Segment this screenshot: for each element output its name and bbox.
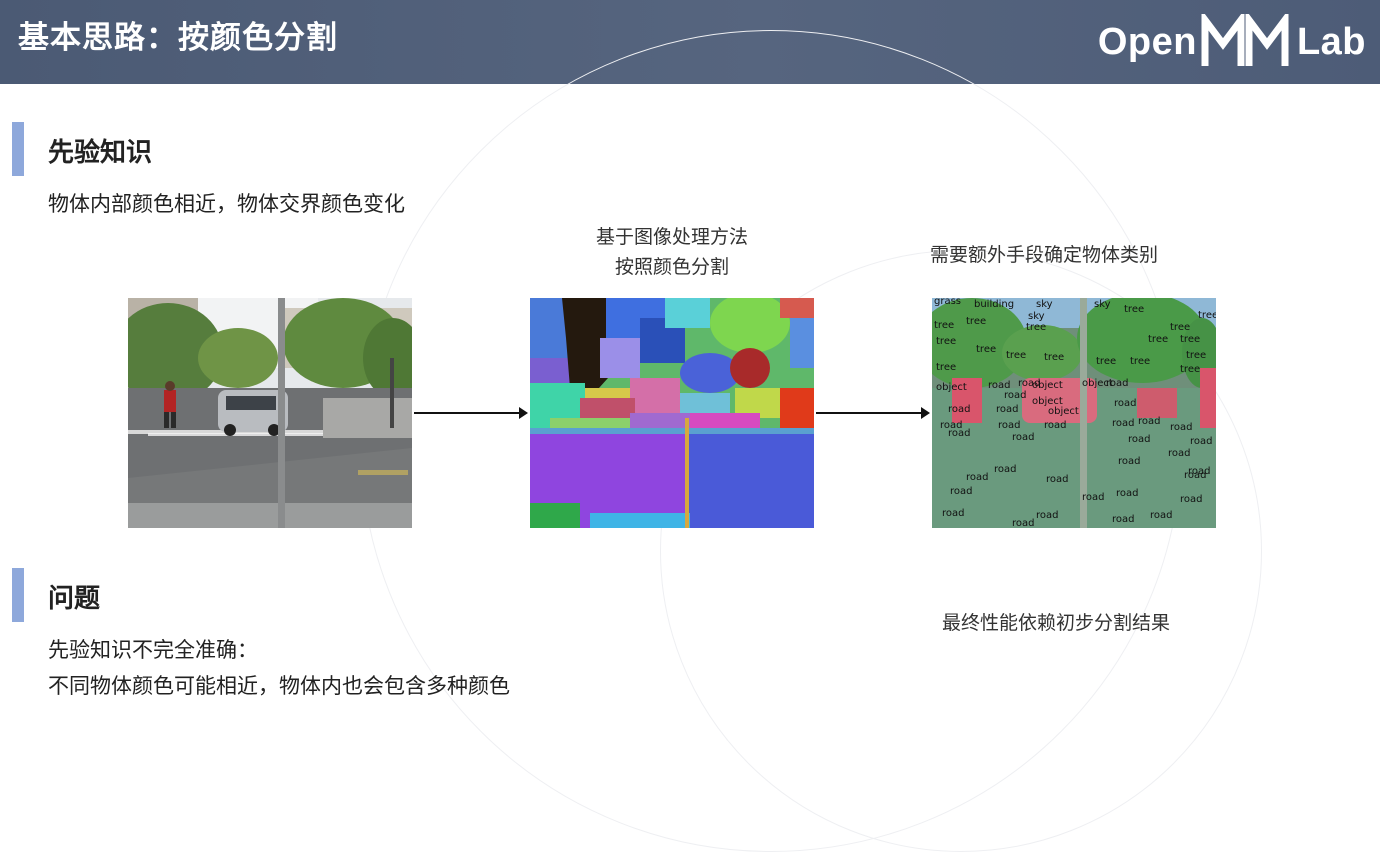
section-heading-problem: 问题 — [48, 584, 101, 614]
caption-extra-classification: 需要额外手段确定物体类别 — [930, 244, 1159, 266]
label-tree: tree — [976, 344, 996, 355]
label-tree: tree — [1186, 350, 1206, 361]
label-grass: grass — [934, 298, 961, 307]
caption-final-performance: 最终性能依赖初步分割结果 — [942, 612, 1171, 634]
label-tree: tree — [1044, 352, 1064, 363]
label-sky: sky — [1028, 311, 1045, 322]
label-road: road — [998, 420, 1021, 431]
label-road: road — [1118, 456, 1141, 467]
label-tree: tree — [1026, 322, 1046, 333]
openmmlab-logo: Open Lab — [1098, 14, 1366, 70]
label-road: road — [1044, 420, 1067, 431]
label-tree: tree — [936, 336, 956, 347]
label-road: road — [950, 486, 973, 497]
label-tree: tree — [1096, 356, 1116, 367]
label-road: road — [1150, 510, 1173, 521]
label-road: road — [1012, 432, 1035, 443]
label-road: road — [1112, 514, 1135, 525]
caption-line-1: 基于图像处理方法 — [595, 226, 748, 248]
label-object: object — [1048, 406, 1079, 417]
problem-line-1: 先验知识不完全准确： — [48, 638, 258, 662]
label-road: road — [1046, 474, 1069, 485]
label-road: road — [1114, 398, 1137, 409]
label-road: road — [1116, 488, 1139, 499]
problem-line-2: 不同物体颜色可能相近，物体内也会包含多种颜色 — [48, 674, 510, 698]
section-text-prior: 物体内部颜色相近，物体交界颜色变化 — [48, 192, 405, 216]
label-road: road — [1106, 378, 1129, 389]
color-segmentation-image — [530, 298, 814, 528]
caption-image-processing: 基于图像处理方法 按照颜色分割 — [572, 222, 772, 282]
section-accent-bar — [12, 568, 24, 622]
arrow-photo-to-segmentation — [414, 407, 528, 419]
caption-line-2: 按照颜色分割 — [614, 256, 729, 278]
label-tree: tree — [1124, 304, 1144, 315]
label-tree: tree — [1170, 322, 1190, 333]
label-road: road — [1112, 418, 1135, 429]
slide-title: 基本思路：按颜色分割 — [18, 20, 338, 56]
section-heading-prior: 先验知识 — [48, 138, 153, 168]
label-road: road — [1180, 494, 1203, 505]
mm-logo-icon — [1201, 14, 1289, 66]
label-road: road — [948, 404, 971, 415]
label-road: road — [1168, 448, 1191, 459]
label-tree: tree — [1130, 356, 1150, 367]
section-accent-bar — [12, 122, 24, 176]
label-road: road — [966, 472, 989, 483]
label-road: road — [1128, 434, 1151, 445]
label-tree: tree — [1198, 310, 1216, 321]
label-road: road — [1190, 436, 1213, 447]
label-tree: tree — [1180, 334, 1200, 345]
logo-text-lab: Lab — [1296, 20, 1366, 63]
logo-text-open: Open — [1097, 20, 1197, 63]
label-tree: tree — [1148, 334, 1168, 345]
label-tree: tree — [934, 320, 954, 331]
labeled-segmentation-image: grass building sky sky sky tree tree tre… — [932, 298, 1216, 528]
label-road: road — [1138, 416, 1161, 427]
label-sky: sky — [1036, 299, 1053, 310]
label-road: road — [1170, 422, 1193, 433]
label-object: object — [936, 382, 967, 393]
label-road: road — [996, 404, 1019, 415]
label-road: road — [1036, 510, 1059, 521]
label-tree: tree — [936, 362, 956, 373]
label-road: road — [1004, 390, 1027, 401]
label-road: road — [994, 464, 1017, 475]
label-tree: tree — [1180, 364, 1200, 375]
label-road: road — [1188, 466, 1211, 477]
label-road: road — [1018, 378, 1041, 389]
label-road: road — [948, 428, 971, 439]
arrow-segmentation-to-labels — [816, 407, 930, 419]
label-road: road — [1012, 518, 1035, 528]
label-tree: tree — [1006, 350, 1026, 361]
label-building: building — [974, 299, 1014, 310]
label-tree: tree — [966, 316, 986, 327]
label-road: road — [1082, 492, 1105, 503]
label-road: road — [942, 508, 965, 519]
label-sky: sky — [1094, 299, 1111, 310]
street-photo — [128, 298, 412, 528]
